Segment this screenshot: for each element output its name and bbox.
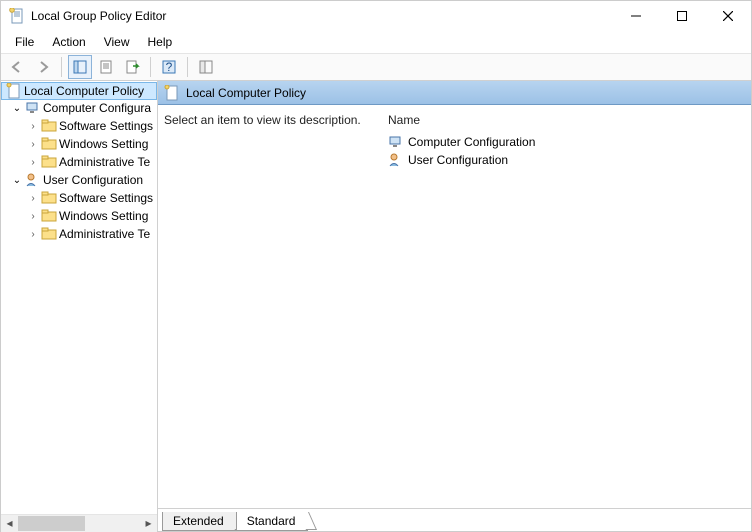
list-item-label: User Configuration xyxy=(408,153,508,167)
toolbar-separator xyxy=(61,57,62,77)
detail-header: Local Computer Policy xyxy=(158,81,751,105)
detail-header-title: Local Computer Policy xyxy=(186,86,306,100)
tree-pane: Local Computer Policy ⌄ Computer Configu… xyxy=(1,81,158,531)
menu-action[interactable]: Action xyxy=(44,33,93,51)
scroll-left-icon[interactable]: ◂ xyxy=(1,515,18,532)
app-icon xyxy=(9,8,25,24)
tree-view[interactable]: Local Computer Policy ⌄ Computer Configu… xyxy=(1,81,157,514)
expand-icon[interactable]: › xyxy=(27,121,39,132)
computer-icon xyxy=(388,134,404,150)
close-button[interactable] xyxy=(705,1,751,31)
expand-icon[interactable]: › xyxy=(27,211,39,222)
export-button[interactable] xyxy=(120,55,144,79)
expand-icon[interactable]: ⌄ xyxy=(11,175,23,186)
computer-icon xyxy=(25,100,41,116)
show-hide-tree-button[interactable] xyxy=(68,55,92,79)
policy-icon xyxy=(6,83,22,99)
tree-comp-windows[interactable]: › Windows Setting xyxy=(1,135,157,153)
expand-icon[interactable]: › xyxy=(27,139,39,150)
tree-node-label: Windows Setting xyxy=(59,209,148,223)
tree-node-label: Computer Configura xyxy=(43,101,151,115)
window-controls xyxy=(613,1,751,31)
toolbar: ? xyxy=(1,53,751,81)
list-item[interactable]: Computer Configuration xyxy=(388,133,743,151)
properties-button[interactable] xyxy=(94,55,118,79)
folder-icon xyxy=(41,190,57,206)
tree-comp-admin[interactable]: › Administrative Te xyxy=(1,153,157,171)
tab-strip: Extended Standard xyxy=(158,509,751,531)
detail-pane: Local Computer Policy Select an item to … xyxy=(158,81,751,531)
policy-icon xyxy=(164,85,180,101)
toolbar-separator xyxy=(187,57,188,77)
folder-icon xyxy=(41,208,57,224)
minimize-button[interactable] xyxy=(613,1,659,31)
scroll-right-icon[interactable]: ▸ xyxy=(140,515,157,532)
forward-button[interactable] xyxy=(31,55,55,79)
workspace: Local Computer Policy ⌄ Computer Configu… xyxy=(1,81,751,531)
toolbar-separator xyxy=(150,57,151,77)
scrollbar-track[interactable] xyxy=(18,515,140,532)
tree-user-admin[interactable]: › Administrative Te xyxy=(1,225,157,243)
user-icon xyxy=(388,152,404,168)
detail-body: Select an item to view its description. … xyxy=(158,105,751,509)
tree-user-windows[interactable]: › Windows Setting xyxy=(1,207,157,225)
folder-icon xyxy=(41,154,57,170)
maximize-button[interactable] xyxy=(659,1,705,31)
menubar: File Action View Help xyxy=(1,31,751,53)
tab-extended[interactable]: Extended xyxy=(162,512,237,531)
svg-text:?: ? xyxy=(166,60,173,74)
tab-standard[interactable]: Standard xyxy=(236,512,309,531)
titlebar: Local Group Policy Editor xyxy=(1,1,751,31)
list-column-header[interactable]: Name xyxy=(388,113,743,133)
tree-node-label: Windows Setting xyxy=(59,137,148,151)
menu-help[interactable]: Help xyxy=(140,33,181,51)
tree-comp-software[interactable]: › Software Settings xyxy=(1,117,157,135)
menu-view[interactable]: View xyxy=(96,33,138,51)
tree-node-label: Software Settings xyxy=(59,191,153,205)
menu-file[interactable]: File xyxy=(7,33,42,51)
filter-button[interactable] xyxy=(194,55,218,79)
expand-icon[interactable]: › xyxy=(27,193,39,204)
expand-icon[interactable]: › xyxy=(27,229,39,240)
scrollbar-thumb[interactable] xyxy=(18,516,85,531)
tree-node-label: Administrative Te xyxy=(59,227,150,241)
folder-icon xyxy=(41,118,57,134)
expand-icon[interactable]: › xyxy=(27,157,39,168)
back-button[interactable] xyxy=(5,55,29,79)
list-item[interactable]: User Configuration xyxy=(388,151,743,169)
tree-root-label: Local Computer Policy xyxy=(24,84,144,98)
tree-computer-config[interactable]: ⌄ Computer Configura xyxy=(1,99,157,117)
tree-horizontal-scrollbar[interactable]: ◂ ▸ xyxy=(1,514,157,531)
tree-root[interactable]: Local Computer Policy xyxy=(1,82,157,100)
window-title: Local Group Policy Editor xyxy=(31,9,613,23)
expand-icon[interactable]: ⌄ xyxy=(11,103,23,114)
detail-list: Name Computer Configuration User Configu… xyxy=(388,113,743,508)
folder-icon xyxy=(41,136,57,152)
folder-icon xyxy=(41,226,57,242)
user-icon xyxy=(25,172,41,188)
tree-node-label: Administrative Te xyxy=(59,155,150,169)
tree-node-label: Software Settings xyxy=(59,119,153,133)
description-text: Select an item to view its description. xyxy=(164,113,374,508)
tree-user-software[interactable]: › Software Settings xyxy=(1,189,157,207)
tree-node-label: User Configuration xyxy=(43,173,143,187)
list-item-label: Computer Configuration xyxy=(408,135,535,149)
help-button[interactable]: ? xyxy=(157,55,181,79)
tree-user-config[interactable]: ⌄ User Configuration xyxy=(1,171,157,189)
